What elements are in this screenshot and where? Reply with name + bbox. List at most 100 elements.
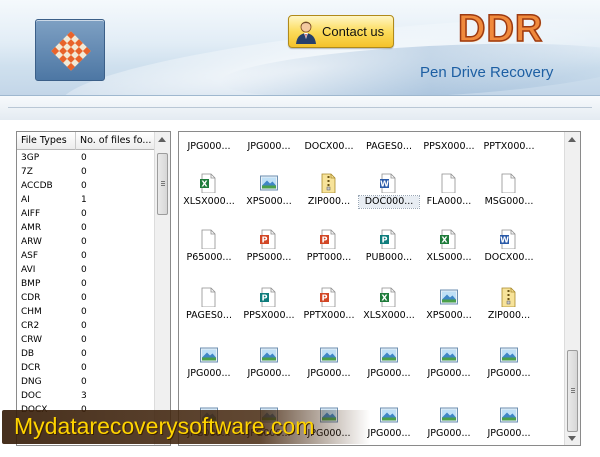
- excel-file-icon: X: [359, 287, 419, 310]
- file-item-name: PPS000...: [246, 252, 292, 263]
- file-type-row[interactable]: DB 0: [17, 347, 155, 361]
- file-type-row[interactable]: BMP 0: [17, 277, 155, 291]
- excel-file-icon: X: [179, 173, 239, 196]
- file-type-row[interactable]: 3GP 0: [17, 151, 155, 165]
- svg-text:P: P: [322, 236, 328, 245]
- file-type-name: BMP: [21, 279, 41, 289]
- file-type-name: CR2: [21, 321, 40, 331]
- file-item[interactable]: JPG000...: [479, 405, 539, 440]
- file-item[interactable]: WDOCX00...: [299, 132, 359, 153]
- file-type-count: 0: [81, 265, 87, 275]
- file-item-name: PPSX000...: [243, 310, 295, 321]
- file-item-name: JPG000...: [427, 368, 471, 379]
- file-item[interactable]: X XLSX000...: [179, 173, 239, 208]
- scrollbar-thumb[interactable]: [567, 350, 578, 432]
- file-type-row[interactable]: CDR 0: [17, 291, 155, 305]
- file-item-name: JPG000...: [247, 368, 291, 379]
- file-item[interactable]: JPG000...: [419, 345, 479, 380]
- file-item[interactable]: W DOC000...: [358, 173, 420, 209]
- scroll-down-icon[interactable]: [568, 436, 576, 441]
- file-item[interactable]: JPG000...: [419, 405, 479, 440]
- scroll-up-icon[interactable]: [158, 137, 166, 142]
- file-item[interactable]: P PPS000...: [239, 229, 299, 264]
- scrollbar-thumb[interactable]: [157, 153, 168, 215]
- file-type-row[interactable]: CR2 0: [17, 319, 155, 333]
- scroll-up-icon[interactable]: [568, 137, 576, 142]
- zip-file-icon: [479, 287, 539, 310]
- file-type-row[interactable]: DCR 0: [17, 361, 155, 375]
- file-item[interactable]: JPG000...: [359, 345, 419, 380]
- file-item[interactable]: XPS000...: [419, 287, 479, 322]
- image-file-icon: [479, 405, 539, 428]
- file-type-name: CHM: [21, 307, 42, 317]
- file-type-count: 0: [81, 335, 87, 345]
- vertical-scrollbar[interactable]: [154, 132, 170, 445]
- file-item[interactable]: WDOCX00...: [479, 229, 539, 264]
- vertical-scrollbar[interactable]: [564, 132, 580, 445]
- file-item[interactable]: P65000...: [179, 229, 239, 264]
- file-item[interactable]: JPG000...: [239, 345, 299, 380]
- file-item[interactable]: PAGES0...: [359, 132, 419, 153]
- file-item-name: ZIP000...: [487, 310, 531, 321]
- file-item[interactable]: XPS000...: [239, 173, 299, 208]
- file-item-name: P65000...: [186, 252, 232, 263]
- file-type-row[interactable]: CRW 0: [17, 333, 155, 347]
- file-type-name: ACCDB: [21, 181, 53, 191]
- file-item[interactable]: FLA000...: [419, 173, 479, 208]
- file-type-name: AMR: [21, 223, 42, 233]
- file-type-row[interactable]: AIFF 0: [17, 207, 155, 221]
- file-type-row[interactable]: ASF 0: [17, 249, 155, 263]
- blank-file-icon: [419, 173, 479, 196]
- file-item-name: DOCX00...: [304, 141, 354, 152]
- file-item[interactable]: PPPSX000...: [419, 132, 479, 153]
- file-item[interactable]: P PUB000...: [359, 229, 419, 264]
- svg-text:X: X: [441, 236, 448, 245]
- file-item[interactable]: JPG000...: [299, 345, 359, 380]
- file-item-name: PPTX000...: [483, 141, 535, 152]
- file-type-count: 0: [81, 279, 87, 289]
- person-icon: [296, 21, 316, 44]
- app-header: Contact us DDR Pen Drive Recovery: [0, 0, 600, 96]
- file-type-name: 3GP: [21, 153, 40, 163]
- file-type-count: 0: [81, 153, 87, 163]
- file-item[interactable]: P PPT000...: [299, 229, 359, 264]
- file-type-row[interactable]: ARW 0: [17, 235, 155, 249]
- file-item-name: JPG000...: [427, 428, 471, 439]
- file-item[interactable]: X XLSX000...: [359, 287, 419, 322]
- column-header-file-types[interactable]: File Types: [17, 132, 76, 150]
- file-type-row[interactable]: ACCDB 0: [17, 179, 155, 193]
- file-item[interactable]: JPG000...: [239, 132, 299, 153]
- file-item[interactable]: PPPTX000...: [479, 132, 539, 153]
- file-type-row[interactable]: AVI 0: [17, 263, 155, 277]
- svg-text:P: P: [262, 294, 268, 303]
- file-item-name: PPTX000...: [303, 310, 355, 321]
- contact-us-button[interactable]: Contact us: [288, 15, 394, 48]
- file-item[interactable]: ZIP000...: [479, 287, 539, 322]
- publisher-file-icon: P: [359, 229, 419, 252]
- file-item[interactable]: JPG000...: [479, 345, 539, 380]
- file-type-row[interactable]: AI 1: [17, 193, 155, 207]
- app-logo: [35, 19, 105, 81]
- file-item-name: JPG000...: [187, 141, 231, 152]
- file-type-row[interactable]: 7Z 0: [17, 165, 155, 179]
- file-item[interactable]: JPG000...: [179, 345, 239, 380]
- file-item[interactable]: PAGES0...: [179, 287, 239, 322]
- product-title: Pen Drive Recovery: [420, 64, 554, 81]
- contact-us-label: Contact us: [322, 24, 385, 39]
- column-header-file-count[interactable]: No. of files fo...: [76, 132, 155, 150]
- file-type-row[interactable]: AMR 0: [17, 221, 155, 235]
- file-type-row[interactable]: DNG 0: [17, 375, 155, 389]
- file-type-row[interactable]: CHM 0: [17, 305, 155, 319]
- file-item[interactable]: ZIP000...: [299, 173, 359, 208]
- file-item-name: JPG000...: [307, 368, 351, 379]
- file-type-count: 0: [81, 377, 87, 387]
- file-item[interactable]: X XLS000...: [419, 229, 479, 264]
- file-item[interactable]: JPG000...: [179, 132, 239, 153]
- file-item[interactable]: PPPTX000...: [299, 287, 359, 322]
- powerpoint-file-icon: P: [299, 287, 359, 310]
- file-type-count: 1: [81, 195, 87, 205]
- file-item[interactable]: MSG000...: [479, 173, 539, 208]
- watermark-banner: Mydatarecoverysoftware.com: [2, 410, 370, 444]
- file-type-row[interactable]: DOC 3: [17, 389, 155, 403]
- file-item[interactable]: P PPSX000...: [239, 287, 299, 322]
